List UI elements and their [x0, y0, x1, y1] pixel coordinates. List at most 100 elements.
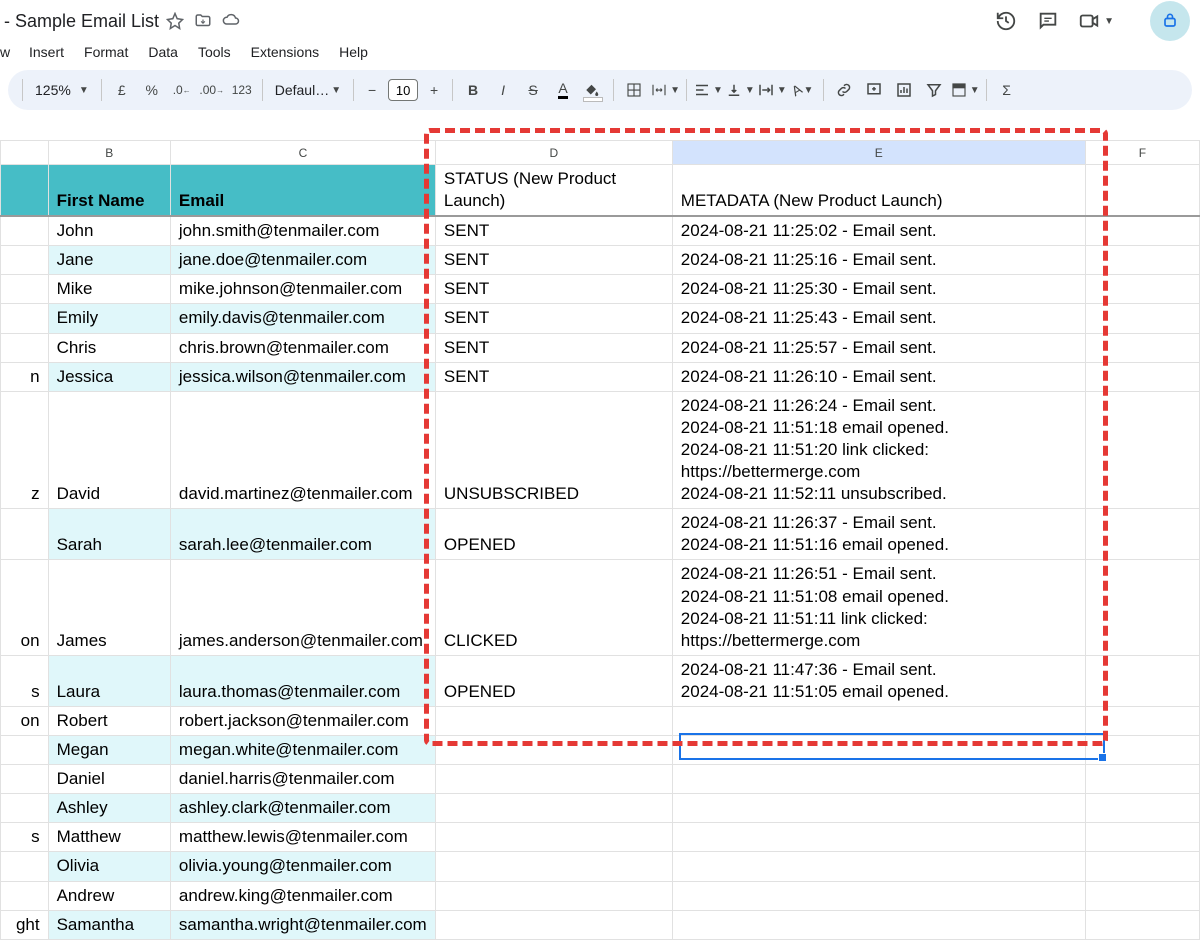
table-row[interactable]: nJessicajessica.wilson@tenmailer.comSENT… — [1, 362, 1200, 391]
menu-view[interactable]: w — [0, 40, 18, 64]
col-header-f[interactable]: F — [1085, 141, 1199, 165]
cell-empty[interactable] — [1085, 736, 1199, 765]
zoom-selector[interactable]: 125%▼ — [29, 82, 95, 98]
cell-empty[interactable] — [1085, 910, 1199, 939]
cell-status[interactable] — [435, 881, 672, 910]
wrap-button[interactable]: ▼ — [757, 76, 787, 104]
strikethrough-button[interactable]: S — [519, 76, 547, 104]
filter-button[interactable] — [920, 76, 948, 104]
account-avatar[interactable] — [1150, 1, 1190, 41]
cell-empty[interactable] — [1085, 794, 1199, 823]
cell-empty[interactable] — [1085, 304, 1199, 333]
cell-status[interactable]: SENT — [435, 333, 672, 362]
cell-metadata[interactable]: 2024-08-21 11:26:24 - Email sent. 2024-0… — [672, 391, 1085, 508]
cell-metadata[interactable]: 2024-08-21 11:47:36 - Email sent. 2024-0… — [672, 655, 1085, 706]
table-row[interactable]: Ashleyashley.clark@tenmailer.com — [1, 794, 1200, 823]
table-row[interactable]: Johnjohn.smith@tenmailer.comSENT2024-08-… — [1, 216, 1200, 246]
italic-button[interactable]: I — [489, 76, 517, 104]
table-row[interactable]: onJamesjames.anderson@tenmailer.comCLICK… — [1, 560, 1200, 655]
cell-status[interactable] — [435, 823, 672, 852]
cell-email[interactable]: robert.jackson@tenmailer.com — [170, 706, 435, 735]
spreadsheet-grid[interactable]: B C D E F First Name Email STATUS (New P… — [0, 140, 1200, 940]
insert-comment-button[interactable] — [860, 76, 888, 104]
cell-lastname-fragment[interactable] — [1, 275, 49, 304]
cell-metadata[interactable]: 2024-08-21 11:26:51 - Email sent. 2024-0… — [672, 560, 1085, 655]
cell-lastname-fragment[interactable]: n — [1, 362, 49, 391]
table-row[interactable]: onRobertrobert.jackson@tenmailer.com — [1, 706, 1200, 735]
history-icon[interactable] — [994, 9, 1018, 33]
menu-data[interactable]: Data — [139, 40, 187, 64]
cell-status[interactable]: UNSUBSCRIBED — [435, 391, 672, 508]
cell-lastname-fragment[interactable]: z — [1, 391, 49, 508]
cell-email[interactable]: emily.davis@tenmailer.com — [170, 304, 435, 333]
increase-font-button[interactable]: + — [422, 76, 446, 104]
cell-status[interactable] — [435, 852, 672, 881]
cell-email[interactable]: daniel.harris@tenmailer.com — [170, 765, 435, 794]
table-row[interactable]: Oliviaolivia.young@tenmailer.com — [1, 852, 1200, 881]
rotate-button[interactable]: A▼ — [789, 76, 817, 104]
cell-metadata[interactable] — [672, 881, 1085, 910]
cell-email[interactable]: jessica.wilson@tenmailer.com — [170, 362, 435, 391]
table-row[interactable]: Janejane.doe@tenmailer.comSENT2024-08-21… — [1, 246, 1200, 275]
cell-metadata[interactable]: 2024-08-21 11:25:43 - Email sent. — [672, 304, 1085, 333]
col-header-e[interactable]: E — [672, 141, 1085, 165]
cell-metadata[interactable]: 2024-08-21 11:25:30 - Email sent. — [672, 275, 1085, 304]
table-row[interactable]: Meganmegan.white@tenmailer.com — [1, 736, 1200, 765]
col-header-d[interactable]: D — [435, 141, 672, 165]
col-header-b[interactable]: B — [48, 141, 170, 165]
cell-email[interactable]: megan.white@tenmailer.com — [170, 736, 435, 765]
cell-status[interactable]: SENT — [435, 216, 672, 246]
table-row[interactable]: Danieldaniel.harris@tenmailer.com — [1, 765, 1200, 794]
cell-lastname-fragment[interactable]: on — [1, 706, 49, 735]
cell-lastname-fragment[interactable] — [1, 304, 49, 333]
cell-email[interactable]: sarah.lee@tenmailer.com — [170, 509, 435, 560]
cell-email[interactable]: samantha.wright@tenmailer.com — [170, 910, 435, 939]
cell-empty[interactable] — [1085, 275, 1199, 304]
filter-views-button[interactable]: ▼ — [950, 76, 980, 104]
cell-status[interactable]: CLICKED — [435, 560, 672, 655]
cell-metadata[interactable] — [672, 706, 1085, 735]
font-selector[interactable]: Defaul…▼ — [269, 82, 347, 98]
cell-empty[interactable] — [1085, 560, 1199, 655]
table-row[interactable]: Chrischris.brown@tenmailer.comSENT2024-0… — [1, 333, 1200, 362]
cell-email[interactable]: laura.thomas@tenmailer.com — [170, 655, 435, 706]
cell-email[interactable]: james.anderson@tenmailer.com — [170, 560, 435, 655]
cell-lastname-fragment[interactable]: s — [1, 823, 49, 852]
cell-status[interactable]: OPENED — [435, 509, 672, 560]
cell-lastname-fragment[interactable] — [1, 333, 49, 362]
menu-extensions[interactable]: Extensions — [242, 40, 328, 64]
cell-metadata[interactable] — [672, 823, 1085, 852]
cell-status[interactable]: SENT — [435, 275, 672, 304]
cell-email[interactable]: olivia.young@tenmailer.com — [170, 852, 435, 881]
font-size-input[interactable] — [388, 79, 418, 101]
cell-empty[interactable] — [1085, 509, 1199, 560]
cell-first-name[interactable]: Laura — [48, 655, 170, 706]
cell-email[interactable]: jane.doe@tenmailer.com — [170, 246, 435, 275]
move-folder-icon[interactable] — [193, 11, 213, 31]
currency-pound-button[interactable]: £ — [108, 76, 136, 104]
borders-button[interactable] — [620, 76, 648, 104]
col-header-c[interactable]: C — [170, 141, 435, 165]
cell-lastname-fragment[interactable]: ght — [1, 910, 49, 939]
cell-first-name[interactable]: Megan — [48, 736, 170, 765]
cell-empty[interactable] — [1085, 765, 1199, 794]
cell-first-name[interactable]: Robert — [48, 706, 170, 735]
percent-button[interactable]: % — [138, 76, 166, 104]
meet-button[interactable]: ▼ — [1078, 10, 1114, 32]
cell-metadata[interactable] — [672, 794, 1085, 823]
cell-lastname-fragment[interactable] — [1, 881, 49, 910]
cell-status[interactable] — [435, 706, 672, 735]
cell-lastname-fragment[interactable] — [1, 794, 49, 823]
decrease-font-button[interactable]: − — [360, 76, 384, 104]
cell-metadata[interactable]: 2024-08-21 11:25:16 - Email sent. — [672, 246, 1085, 275]
cell-first-name[interactable]: Mike — [48, 275, 170, 304]
cell-lastname-fragment[interactable]: on — [1, 560, 49, 655]
cell-metadata[interactable]: 2024-08-21 11:25:57 - Email sent. — [672, 333, 1085, 362]
cell-first-name[interactable]: Ashley — [48, 794, 170, 823]
table-row[interactable]: sLauralaura.thomas@tenmailer.comOPENED20… — [1, 655, 1200, 706]
cell-metadata[interactable] — [672, 852, 1085, 881]
cell-empty[interactable] — [1085, 655, 1199, 706]
cell-empty[interactable] — [1085, 881, 1199, 910]
cell-empty[interactable] — [1085, 246, 1199, 275]
link-button[interactable] — [830, 76, 858, 104]
